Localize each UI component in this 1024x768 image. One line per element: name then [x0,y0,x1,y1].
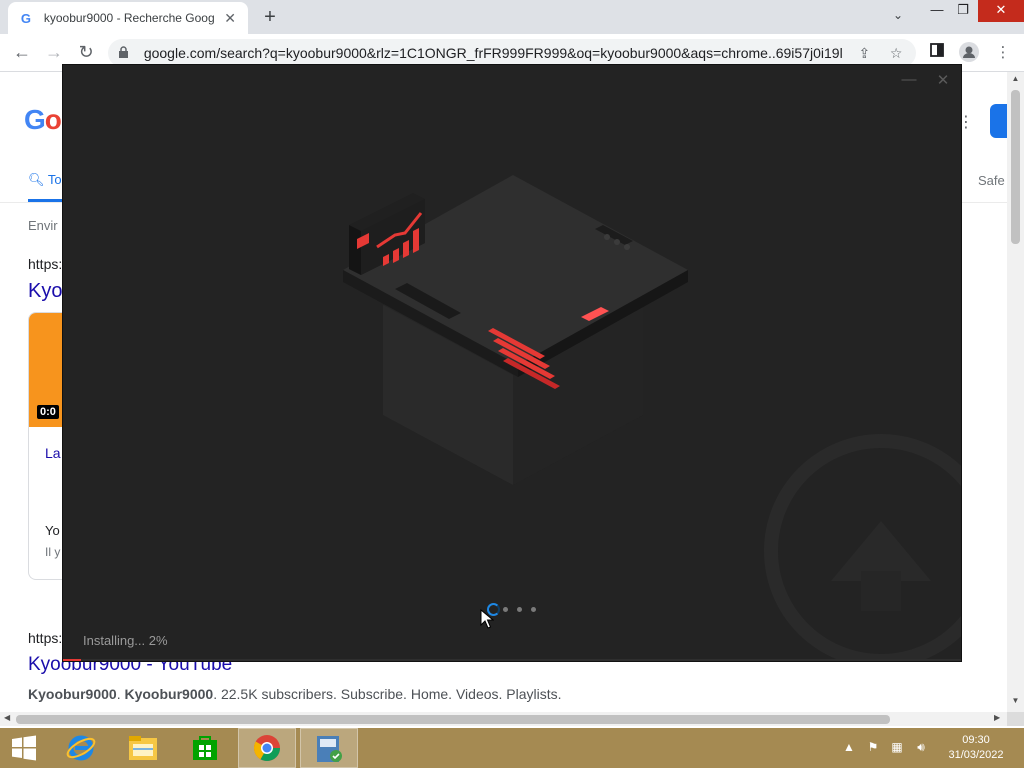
installer-close-button[interactable]: ✕ [933,71,953,91]
result-description: Kyoobur9000. Kyoobur9000. 22.5K subscrib… [28,686,562,702]
step-dot [531,607,536,612]
isometric-device-illustration [343,175,688,485]
result-url[interactable]: https: [28,630,62,646]
browser-tab[interactable]: G kyoobur9000 - Recherche Google ✕ [8,2,248,34]
file-explorer-icon [129,736,157,760]
loading-indicator [487,603,547,619]
taskbar-installer-app[interactable] [300,728,358,768]
installer-window: — ✕ Installing... 2% [62,64,962,662]
video-duration-badge: 0:0 [37,405,59,419]
tab-close-icon[interactable]: ✕ [222,10,238,27]
windows-store-icon [193,736,217,760]
tab-search-chevron-icon[interactable]: ⌄ [888,8,908,28]
video-card-source: Yo [45,523,60,538]
side-panel-icon[interactable] [926,42,948,64]
taskbar-file-explorer[interactable] [114,728,172,768]
horizontal-scroll-thumb[interactable] [16,715,890,724]
internet-explorer-icon [66,735,96,761]
video-card-subtitle: Il y [45,545,61,559]
lock-icon[interactable] [118,46,132,60]
result-title-link[interactable]: Kyo [28,280,62,303]
windows-logo-icon [12,735,36,761]
result-url[interactable]: https: [28,256,62,272]
search-icon: 🔍︎ [28,172,45,187]
install-progress-bar [63,659,961,661]
clock-date: 31/03/2022 [948,749,1004,761]
scroll-left-arrow-icon[interactable]: ◀ [4,713,10,722]
chevron-up-icon[interactable]: ▲ [840,740,858,758]
new-tab-button[interactable]: + [258,6,282,30]
mouse-cursor-icon [480,609,494,629]
vertical-scrollbar[interactable]: ▲ ▼ [1007,72,1024,712]
back-button[interactable]: ← [10,41,34,65]
vertical-scroll-thumb[interactable] [1011,90,1020,244]
system-tray: ▲ ⚑ ▦ 🔊︎ [840,740,930,758]
taskbar-windows-store[interactable] [176,728,234,768]
scroll-up-arrow-icon[interactable]: ▲ [1007,74,1024,83]
installer-watermark-logo [764,434,961,661]
forward-button[interactable]: → [42,41,66,65]
start-button[interactable] [0,728,48,768]
window-close-button[interactable]: ✕ [978,0,1024,22]
address-bar[interactable]: google.com/search?q=kyoobur9000&rlz=1C1O… [108,39,916,67]
search-tab-all[interactable]: 🔍︎ To [28,172,62,188]
taskbar-chrome[interactable] [238,728,296,768]
window-restore-button[interactable]: ❐ [946,0,980,22]
taskbar-clock[interactable]: 09:30 31/03/2022 [940,733,1012,763]
scrollbar-corner [1007,712,1024,726]
safesearch-label[interactable]: Safe [978,173,1005,188]
browser-tab-strip: G kyoobur9000 - Recherche Google ✕ + ⌄ —… [0,0,1024,34]
flag-icon[interactable]: ⚑ [864,740,882,758]
result-stats: Envir [28,218,58,233]
url-text[interactable]: google.com/search?q=kyoobur9000&rlz=1C1O… [144,45,843,61]
bookmark-star-icon[interactable]: ☆ [886,45,906,62]
profile-avatar-icon[interactable] [958,42,980,64]
taskbar-internet-explorer[interactable] [52,728,110,768]
step-dot [517,607,522,612]
volume-icon[interactable]: 🔊︎ [912,740,930,758]
installer-app-icon [317,736,342,762]
browser-menu-kebab-icon[interactable]: ⋮ [992,42,1014,64]
google-favicon-icon: G [20,10,31,26]
install-progress-fill [63,659,81,661]
chrome-icon [253,735,281,762]
step-dot [503,607,508,612]
horizontal-scrollbar[interactable]: ◀ ▶ [0,712,1007,726]
scroll-right-arrow-icon[interactable]: ▶ [994,713,1000,722]
reload-button[interactable]: ↻ [74,41,98,65]
tab-title: kyoobur9000 - Recherche Google [43,11,215,25]
installer-minimize-button[interactable]: — [899,71,919,91]
installing-status-text: Installing... 2% [83,633,168,648]
scroll-down-arrow-icon[interactable]: ▼ [1007,696,1024,705]
network-icon[interactable]: ▦ [888,740,906,758]
share-icon[interactable]: ⇪ [855,45,875,62]
video-card-link[interactable]: La [45,445,61,461]
clock-time: 09:30 [962,734,990,746]
windows-taskbar: ▲ ⚑ ▦ 🔊︎ 09:30 31/03/2022 [0,728,1024,768]
google-logo[interactable]: Go [24,104,62,136]
